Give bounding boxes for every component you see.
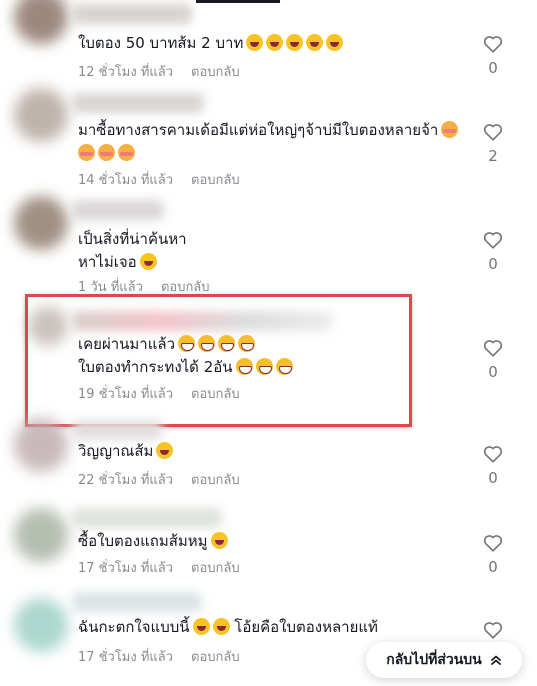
laughing-emoji-icon — [212, 618, 230, 635]
comment-meta: 12 ชั่วโมง ที่แล้ว ตอบกลับ — [78, 61, 240, 82]
heart-icon[interactable] — [483, 621, 503, 639]
username-blurred[interactable] — [72, 420, 162, 440]
like-control[interactable]: 0 — [476, 231, 510, 273]
back-to-top-button[interactable]: กลับไปที่ส่วนบน — [366, 642, 522, 678]
username-blurred[interactable] — [72, 4, 192, 24]
avatar[interactable] — [14, 196, 68, 250]
laughing-emoji-icon — [192, 618, 210, 635]
comment-meta: 22 ชั่วโมง ที่แล้ว ตอบกลับ — [78, 469, 240, 490]
like-control[interactable]: 0 — [476, 534, 510, 576]
comment-time: 22 ชั่วโมง ที่แล้ว — [78, 473, 174, 488]
reply-button[interactable]: ตอบกลับ — [191, 561, 240, 576]
comment-time: 17 ชั่วโมง ที่แล้ว — [78, 561, 174, 576]
flushed-emoji-icon — [78, 144, 95, 161]
flushed-emoji-icon — [118, 144, 135, 161]
avatar[interactable] — [14, 0, 68, 44]
comment-text: ฉันกะตกใจแบบนี้ โอ้ยคือใบตองหลายแท้ — [78, 618, 378, 636]
laughing-emoji-icon — [139, 253, 157, 270]
comment-text: วิญญาณส้ม — [78, 440, 174, 463]
like-control[interactable]: 0 — [476, 35, 510, 77]
like-count: 2 — [488, 147, 498, 165]
username-blurred[interactable] — [72, 200, 164, 220]
reply-button[interactable]: ตอบกลับ — [191, 473, 240, 488]
heart-icon[interactable] — [483, 339, 503, 357]
comment-text: เป็นสิ่งที่น่าค้นหา หาไม่เจอ — [78, 230, 187, 271]
avatar[interactable] — [14, 418, 68, 472]
heart-icon[interactable] — [483, 231, 503, 249]
username-blurred[interactable] — [72, 592, 202, 612]
avatar[interactable] — [14, 508, 68, 562]
reply-button[interactable]: ตอบกลับ — [191, 650, 240, 665]
flushed-emoji-icon — [98, 144, 115, 161]
comment-time: 12 ชั่วโมง ที่แล้ว — [78, 65, 174, 80]
laughing-emoji-icon — [156, 442, 174, 459]
laughing-emoji-icon — [246, 34, 264, 51]
laughing-emoji-icon — [210, 532, 228, 549]
heart-icon[interactable] — [483, 35, 503, 53]
double-chevron-up-icon — [490, 655, 501, 665]
comment-meta: 17 ชั่วโมง ที่แล้ว ตอบกลับ — [78, 557, 240, 578]
laughing-emoji-icon — [266, 34, 284, 51]
reply-button[interactable]: ตอบกลับ — [191, 65, 240, 80]
flushed-emoji-icon — [441, 121, 459, 138]
back-to-top-label: กลับไปที่ส่วนบน — [386, 652, 482, 668]
comment-time: 1 วัน ที่แล้ว — [78, 280, 143, 295]
like-control[interactable]: 0 — [476, 445, 510, 487]
heart-icon[interactable] — [483, 534, 503, 552]
laughing-emoji-icon — [286, 34, 304, 51]
comment-text: ใบตอง 50 บาทส้ม 2 บาท — [78, 32, 344, 55]
avatar[interactable] — [14, 598, 68, 652]
heart-icon[interactable] — [483, 445, 503, 463]
username-blurred[interactable] — [72, 508, 222, 528]
comment-meta: 14 ชั่วโมง ที่แล้ว ตอบกลับ — [78, 169, 240, 190]
active-tab-indicator — [196, 0, 280, 3]
heart-icon[interactable] — [483, 123, 503, 141]
like-control[interactable]: 2 — [476, 123, 510, 165]
comment-meta: 17 ชั่วโมง ที่แล้ว ตอบกลับ — [78, 646, 240, 667]
comment-text: ซื้อใบตองแถมส้มหมู — [78, 530, 228, 553]
comment-time: 14 ชั่วโมง ที่แล้ว — [78, 173, 174, 188]
laughing-emoji-icon — [326, 34, 344, 51]
like-count: 0 — [488, 255, 498, 273]
like-control[interactable]: 0 — [476, 339, 510, 381]
comment-text: มาซื้อทางสารคามเด้อมีแต่ห่อใหญ่ๆจ้าบ่มีใ… — [78, 119, 459, 165]
like-count: 0 — [488, 363, 498, 381]
highlight-box — [25, 294, 412, 427]
like-count: 0 — [488, 558, 498, 576]
like-count: 0 — [488, 469, 498, 487]
reply-button[interactable]: ตอบกลับ — [161, 280, 210, 295]
laughing-emoji-icon — [306, 34, 324, 51]
like-count: 0 — [488, 59, 498, 77]
avatar[interactable] — [14, 88, 68, 142]
username-blurred[interactable] — [72, 93, 204, 113]
reply-button[interactable]: ตอบกลับ — [191, 173, 240, 188]
comment-time: 17 ชั่วโมง ที่แล้ว — [78, 650, 174, 665]
